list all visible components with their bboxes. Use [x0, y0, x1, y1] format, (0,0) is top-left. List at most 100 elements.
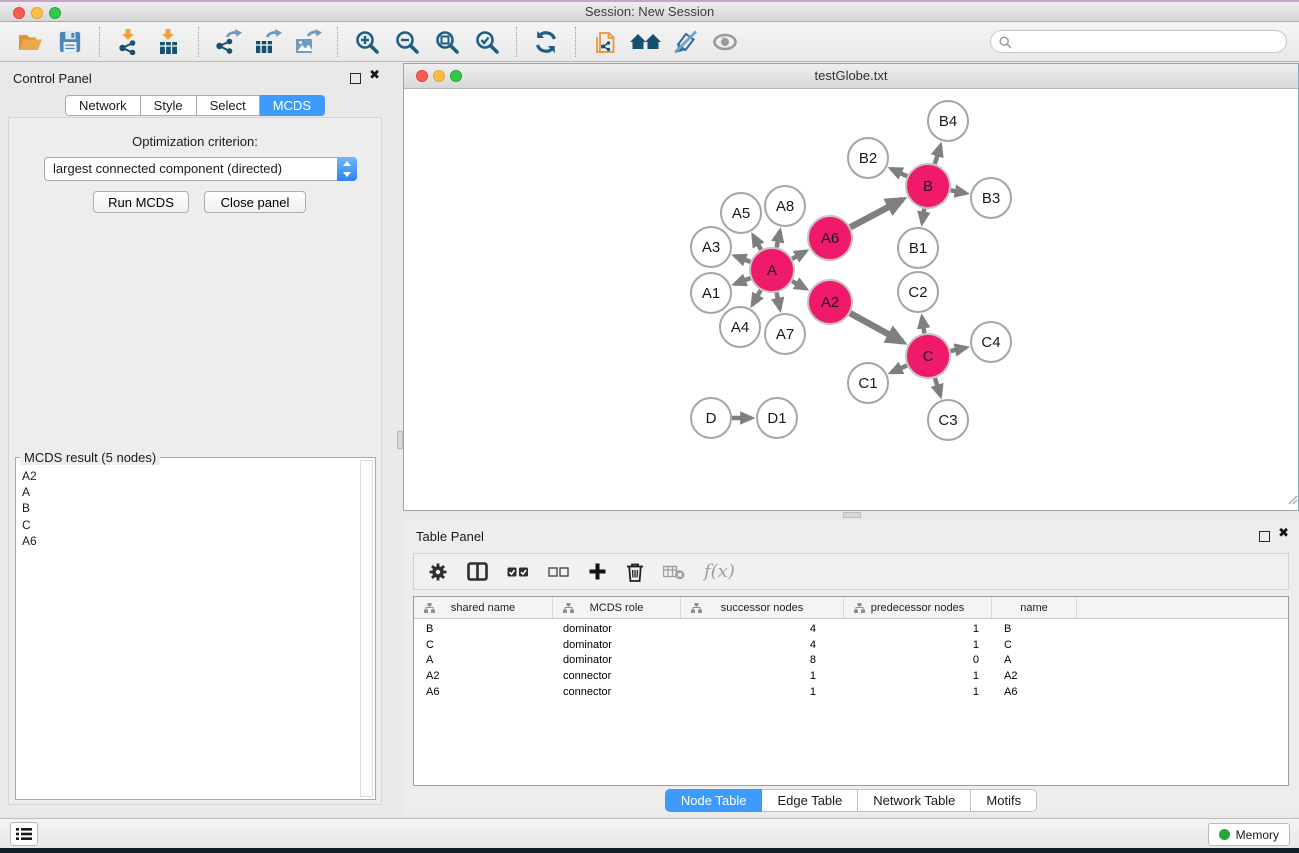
edge-A-A2[interactable]	[792, 281, 806, 289]
node-A1[interactable]: A1	[691, 273, 731, 313]
export-image-button[interactable]	[292, 26, 324, 58]
select-all-columns-button[interactable]	[507, 566, 529, 578]
delete-column-button[interactable]	[626, 562, 644, 582]
cell-name[interactable]: A6	[992, 684, 1077, 700]
table-row[interactable]: Adominator80A	[414, 652, 1288, 668]
cell-shared-name[interactable]: B	[414, 621, 553, 637]
node-A6[interactable]: A6	[808, 216, 852, 260]
minimize-window-button[interactable]	[31, 7, 43, 19]
new-network-from-selection-button[interactable]	[589, 26, 621, 58]
edge-C-C2[interactable]	[922, 317, 924, 333]
show-graphics-details-button[interactable]	[709, 26, 741, 58]
node-B2[interactable]: B2	[848, 138, 888, 178]
horizontal-split-handle[interactable]	[843, 512, 861, 518]
cell-mcds-role[interactable]: dominator	[553, 652, 681, 668]
node-C[interactable]: C	[906, 334, 950, 378]
node-A4[interactable]: A4	[720, 307, 760, 347]
delete-table-button[interactable]	[663, 564, 685, 580]
cell-name[interactable]: A	[992, 652, 1077, 668]
edge-A-A8[interactable]	[777, 231, 780, 247]
close-icon[interactable]: ✖	[1278, 526, 1289, 541]
add-column-button[interactable]	[588, 562, 607, 581]
edge-B-B2[interactable]	[891, 169, 907, 177]
zoom-window-button[interactable]	[49, 7, 61, 19]
apply-layout-button[interactable]	[530, 26, 562, 58]
edge-A-A6[interactable]	[792, 251, 806, 259]
unselect-all-columns-button[interactable]	[548, 566, 569, 578]
zoom-network-button[interactable]	[450, 70, 462, 82]
cybrowser-home-button[interactable]	[629, 26, 661, 58]
import-table-button[interactable]	[153, 26, 185, 58]
node-B1[interactable]: B1	[898, 228, 938, 268]
cell-successor-nodes[interactable]: 1	[681, 668, 844, 684]
node-D1[interactable]: D1	[757, 398, 797, 438]
node-A3[interactable]: A3	[691, 227, 731, 267]
column-header-mcds-role[interactable]: MCDS role	[553, 597, 681, 618]
cell-mcds-role[interactable]: dominator	[553, 637, 681, 653]
table-row[interactable]: Bdominator41B	[414, 621, 1288, 637]
edge-A2-C[interactable]	[850, 313, 902, 342]
cell-predecessor-nodes[interactable]: 1	[844, 668, 992, 684]
tab-edge-table[interactable]: Edge Table	[762, 789, 858, 812]
zoom-fit-button[interactable]	[431, 26, 463, 58]
cell-name[interactable]: C	[992, 637, 1077, 653]
tab-select[interactable]: Select	[197, 95, 260, 116]
cell-successor-nodes[interactable]: 8	[681, 652, 844, 668]
node-A[interactable]: A	[750, 248, 794, 292]
memory-button[interactable]: Memory	[1208, 823, 1290, 846]
cell-mcds-role[interactable]: dominator	[553, 621, 681, 637]
cell-successor-nodes[interactable]: 4	[681, 621, 844, 637]
cell-predecessor-nodes[interactable]: 1	[844, 637, 992, 653]
edge-B-B4[interactable]	[935, 146, 941, 165]
table-settings-button[interactable]	[428, 562, 448, 582]
edge-C-C4[interactable]	[951, 348, 967, 351]
edge-A-A7[interactable]	[777, 293, 780, 309]
node-B3[interactable]: B3	[971, 178, 1011, 218]
open-file-button[interactable]	[14, 26, 46, 58]
mcds-result-item[interactable]: A	[20, 484, 357, 500]
node-B4[interactable]: B4	[928, 101, 968, 141]
close-panel-button[interactable]: Close panel	[204, 191, 306, 213]
zoom-out-button[interactable]	[391, 26, 423, 58]
dropdown-stepper-icon[interactable]	[337, 157, 357, 181]
edge-A-A3[interactable]	[735, 256, 751, 262]
function-builder-button[interactable]: f(x)	[704, 561, 735, 582]
column-header-name[interactable]: name	[992, 597, 1077, 618]
column-header-predecessor-nodes[interactable]: predecessor nodes	[844, 597, 992, 618]
tab-network-table[interactable]: Network Table	[858, 789, 971, 812]
edge-A6-B[interactable]	[850, 200, 902, 228]
edge-B-B3[interactable]	[951, 190, 966, 193]
table-row[interactable]: Cdominator41C	[414, 637, 1288, 653]
cell-name[interactable]: B	[992, 621, 1077, 637]
node-A5[interactable]: A5	[721, 193, 761, 233]
mcds-result-item[interactable]: A6	[20, 533, 357, 549]
network-window-titlebar[interactable]: testGlobe.txt	[404, 64, 1298, 89]
mcds-result-item[interactable]: C	[20, 517, 357, 533]
export-network-button[interactable]	[212, 26, 244, 58]
node-C1[interactable]: C1	[848, 363, 888, 403]
import-network-button[interactable]	[113, 26, 145, 58]
optimization-criterion-dropdown[interactable]: largest connected component (directed)	[44, 157, 357, 181]
float-panel-icon[interactable]	[350, 73, 361, 84]
column-header-successor-nodes[interactable]: successor nodes	[681, 597, 844, 618]
cell-successor-nodes[interactable]: 1	[681, 684, 844, 700]
tab-mcds[interactable]: MCDS	[260, 95, 325, 116]
task-history-button[interactable]	[10, 822, 38, 846]
node-A2[interactable]: A2	[808, 280, 852, 324]
export-table-button[interactable]	[252, 26, 284, 58]
resize-grip-icon[interactable]	[1287, 492, 1298, 510]
mcds-result-item[interactable]: B	[20, 500, 357, 516]
edge-A-A5[interactable]	[753, 236, 761, 250]
column-header-shared-name[interactable]: shared name	[414, 597, 553, 618]
cell-mcds-role[interactable]: connector	[553, 668, 681, 684]
minimize-network-button[interactable]	[433, 70, 445, 82]
node-A7[interactable]: A7	[765, 314, 805, 354]
edge-C-C1[interactable]	[891, 365, 907, 372]
close-network-button[interactable]	[416, 70, 428, 82]
table-row[interactable]: A6connector11A6	[414, 684, 1288, 700]
cell-shared-name[interactable]: A2	[414, 668, 553, 684]
edge-A-A1[interactable]	[735, 278, 751, 284]
close-icon[interactable]: ✖	[369, 68, 380, 83]
node-B[interactable]: B	[906, 164, 950, 208]
zoom-in-button[interactable]	[351, 26, 383, 58]
